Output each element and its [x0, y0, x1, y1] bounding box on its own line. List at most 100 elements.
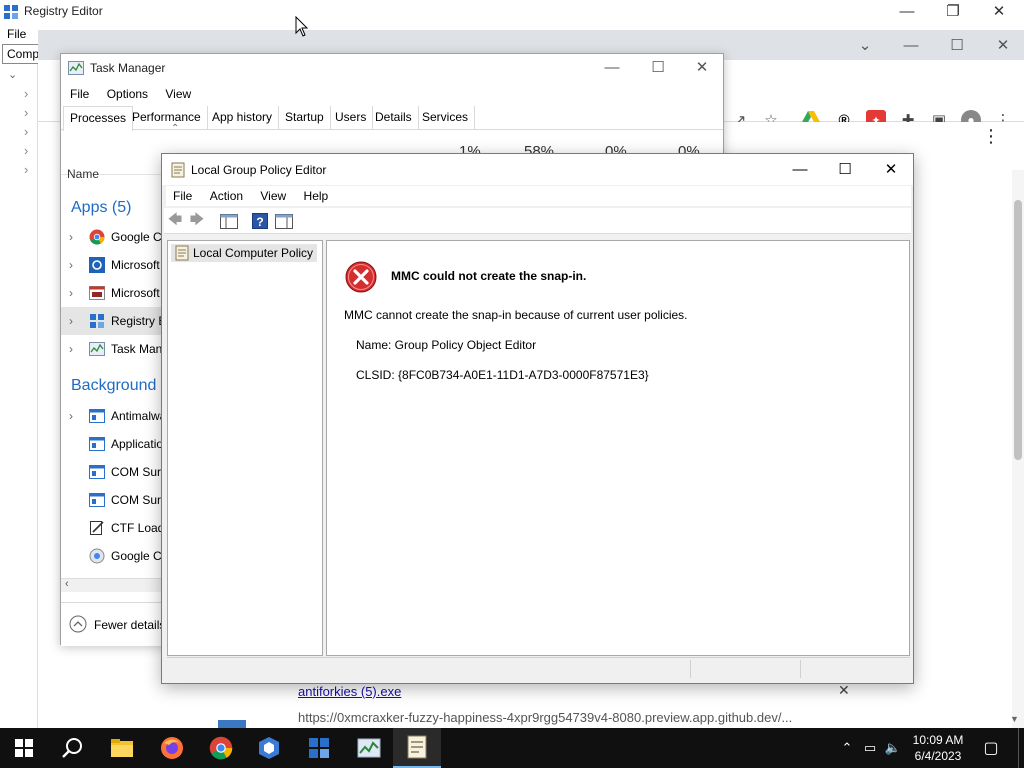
taskbar-task-manager[interactable] — [345, 728, 393, 768]
start-button[interactable] — [0, 728, 48, 768]
chevron-right-icon[interactable]: › — [24, 86, 28, 101]
download-item[interactable]: antiforkies (5).exe https://0xmcraxker-f… — [192, 680, 872, 728]
horizontal-scrollbar[interactable]: ‹ — [61, 578, 161, 592]
process-row[interactable]: COM Surrogate — [61, 486, 195, 514]
taskbar-firefox[interactable] — [148, 728, 196, 768]
chevron-right-icon[interactable]: › — [24, 162, 28, 177]
crash-handler-icon — [89, 548, 105, 564]
tab-app-history[interactable]: App history — [206, 106, 280, 130]
task-manager-title-bar[interactable]: Task Manager — ☐ ✕ — [61, 54, 723, 82]
menu-file[interactable]: File — [0, 24, 33, 44]
menu-file[interactable]: File — [166, 186, 199, 206]
chevron-right-icon[interactable]: › — [69, 409, 73, 423]
task-manager-menu-bar: File Options View — [63, 84, 198, 104]
minimize-button[interactable]: — — [888, 30, 934, 60]
chrome-scrollbar[interactable] — [1012, 170, 1024, 760]
gpe-tree-pane[interactable]: Local Computer Policy — [167, 240, 323, 656]
chevron-down-icon[interactable]: ⌄ — [8, 68, 17, 81]
ctf-loader-icon — [90, 521, 104, 535]
registry-title-bar[interactable]: Registry Editor — ❐ ✕ — [0, 0, 1024, 24]
close-button[interactable]: ✕ — [976, 0, 1022, 26]
tree-node-local-computer-policy[interactable]: Local Computer Policy — [171, 244, 318, 262]
minimize-button[interactable]: — — [589, 52, 635, 82]
tray-overflow-chevron-icon[interactable]: ⌃ — [838, 738, 856, 758]
column-name[interactable]: Name — [67, 167, 99, 181]
maximize-button[interactable]: ☐ — [635, 52, 681, 82]
chevron-up-circle-icon[interactable] — [69, 615, 87, 633]
menu-view[interactable]: View — [253, 186, 293, 206]
tab-performance[interactable]: Performance — [126, 106, 208, 130]
menu-file[interactable]: File — [63, 84, 96, 104]
process-row[interactable]: COM Surrogate — [61, 458, 195, 486]
taskbar-app[interactable] — [245, 728, 293, 768]
tab-search-icon[interactable]: ⌄ — [842, 30, 888, 60]
process-row[interactable]: CTF Loader — [61, 514, 175, 542]
chevron-right-icon[interactable]: › — [24, 105, 28, 120]
error-title: MMC could not create the snap-in. — [391, 269, 587, 283]
notification-center-icon[interactable]: ▢ — [982, 738, 1000, 758]
tab-services[interactable]: Services — [416, 106, 476, 130]
clock-date[interactable]: 6/4/2023 — [906, 748, 970, 764]
process-row[interactable]: › Google Chrome — [61, 223, 196, 251]
taskbar-chrome[interactable] — [197, 728, 245, 768]
close-button[interactable]: ✕ — [679, 52, 725, 82]
process-row[interactable]: › Task Manager — [61, 335, 186, 363]
tab-users[interactable]: Users — [329, 106, 374, 130]
maximize-button[interactable]: ❐ — [930, 0, 976, 26]
service-window-icon — [89, 409, 105, 423]
volume-muted-icon[interactable]: 🔈 — [884, 738, 902, 758]
page-more-icon[interactable]: ⋮ — [982, 126, 1000, 147]
gpe-title-bar[interactable]: Local Group Policy Editor — ☐ ✕ — [162, 154, 913, 185]
fewer-details-link[interactable]: Fewer details — [94, 618, 165, 632]
process-row-selected[interactable]: › Registry Editor — [61, 307, 190, 335]
registry-cubes-icon — [309, 738, 329, 758]
show-desktop-button[interactable] — [1018, 728, 1024, 768]
forward-arrow-icon[interactable]: 🡆 — [188, 211, 206, 230]
policy-document-icon — [171, 162, 185, 178]
menu-view[interactable]: View — [158, 84, 198, 104]
minimize-button[interactable]: — — [884, 0, 930, 26]
chevron-right-icon[interactable]: › — [69, 314, 73, 328]
service-window-icon — [89, 493, 105, 507]
chevron-right-icon[interactable]: › — [69, 230, 73, 244]
process-row[interactable]: › Microsoft Management Console — [61, 279, 280, 307]
scroll-down-arrow-icon[interactable]: ▼ — [1010, 714, 1019, 724]
process-row[interactable]: › Microsoft Edge — [61, 251, 191, 279]
close-button[interactable]: ✕ — [980, 30, 1024, 60]
process-row[interactable]: Application Frame Host — [61, 430, 236, 458]
show-hide-tree-icon[interactable] — [220, 214, 238, 229]
registry-tree-pane[interactable]: ⌄ › › › › › — [0, 44, 38, 728]
scroll-left-arrow-icon[interactable]: ‹ — [65, 578, 69, 590]
chevron-right-icon[interactable]: › — [69, 286, 73, 300]
menu-help[interactable]: Help — [297, 186, 336, 206]
scrollbar-thumb[interactable] — [1014, 200, 1022, 460]
maximize-button[interactable]: ☐ — [822, 154, 868, 184]
minimize-button[interactable]: — — [777, 154, 823, 184]
maximize-button[interactable]: ☐ — [934, 30, 980, 60]
clock-time[interactable]: 10:09 AM — [906, 732, 970, 748]
download-close-icon[interactable]: ✕ — [838, 682, 850, 699]
taskbar-file-explorer[interactable] — [98, 728, 146, 768]
status-cell — [690, 660, 691, 678]
registry-address-bar[interactable]: Computer — [2, 44, 40, 64]
back-arrow-icon[interactable]: 🡄 — [166, 211, 184, 230]
tab-startup[interactable]: Startup — [279, 106, 331, 130]
help-icon[interactable]: ? — [252, 213, 268, 229]
download-filename[interactable]: antiforkies (5).exe — [298, 684, 401, 699]
chevron-right-icon[interactable]: › — [69, 342, 73, 356]
process-row[interactable]: Google Crash Handler — [61, 542, 230, 570]
chevron-right-icon[interactable]: › — [24, 143, 28, 158]
menu-options[interactable]: Options — [100, 84, 155, 104]
taskbar-registry-editor[interactable] — [295, 728, 343, 768]
show-hide-action-pane-icon[interactable] — [275, 214, 293, 229]
process-row[interactable]: › Antimalware Service Executable — [61, 402, 283, 430]
chevron-right-icon[interactable]: › — [24, 124, 28, 139]
chevron-right-icon[interactable]: › — [69, 258, 73, 272]
tab-details[interactable]: Details — [369, 106, 419, 130]
menu-action[interactable]: Action — [203, 186, 250, 206]
network-icon[interactable]: ▭ — [861, 738, 879, 758]
search-button[interactable] — [48, 728, 96, 768]
tab-processes[interactable]: Processes — [63, 106, 134, 131]
close-button[interactable]: ✕ — [868, 154, 914, 184]
taskbar-group-policy-editor[interactable] — [393, 728, 441, 768]
